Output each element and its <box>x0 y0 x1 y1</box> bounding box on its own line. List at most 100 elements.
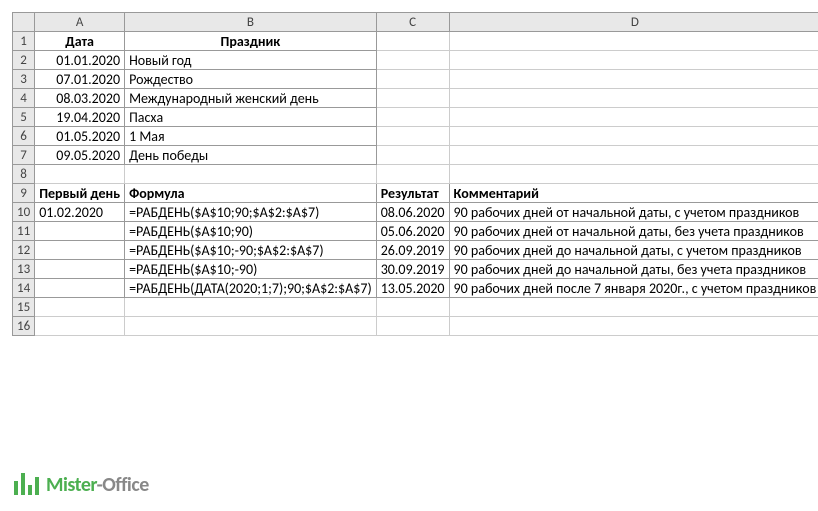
col-header-A[interactable]: A <box>35 13 125 32</box>
row-header[interactable]: 12 <box>13 241 35 260</box>
cell[interactable] <box>449 146 818 165</box>
cell[interactable] <box>449 51 818 70</box>
row-header[interactable]: 13 <box>13 260 35 279</box>
table-row: 8 <box>13 165 818 184</box>
cell[interactable]: Новый год <box>125 51 377 70</box>
corner-cell[interactable] <box>13 13 35 32</box>
column-header-row: A B C D <box>13 13 818 32</box>
cell[interactable] <box>376 70 449 89</box>
row-header[interactable]: 5 <box>13 108 35 127</box>
table-row: 5 19.04.2020 Пасха <box>13 108 818 127</box>
cell[interactable]: Рождество <box>125 70 377 89</box>
cell[interactable] <box>376 89 449 108</box>
cell[interactable]: 26.09.2019 <box>376 241 449 260</box>
logo-bars-icon <box>14 473 39 495</box>
table-row: 13 =РАБДЕНЬ($A$10;-90) 30.09.2019 90 раб… <box>13 260 818 279</box>
cell[interactable] <box>376 108 449 127</box>
row-header[interactable]: 9 <box>13 184 35 203</box>
cell[interactable]: День победы <box>125 146 377 165</box>
cell[interactable]: =РАБДЕНЬ(ДАТА(2020;1;7);90;$A$2:$A$7) <box>125 279 377 298</box>
row-header[interactable]: 15 <box>13 298 35 317</box>
cell[interactable]: 13.05.2020 <box>376 279 449 298</box>
cell[interactable] <box>376 51 449 70</box>
cell[interactable] <box>35 317 125 336</box>
table-row: 4 08.03.2020 Международный женский день <box>13 89 818 108</box>
table-row: 7 09.05.2020 День победы <box>13 146 818 165</box>
cell[interactable]: =РАБДЕНЬ($A$10;90) <box>125 222 377 241</box>
cell[interactable] <box>376 317 449 336</box>
cell[interactable]: Формула <box>125 184 377 203</box>
cell[interactable] <box>449 108 818 127</box>
row-header[interactable]: 1 <box>13 32 35 51</box>
cell[interactable]: 30.09.2019 <box>376 260 449 279</box>
cell[interactable] <box>376 32 449 51</box>
row-header[interactable]: 10 <box>13 203 35 222</box>
row-header[interactable]: 3 <box>13 70 35 89</box>
row-header[interactable]: 6 <box>13 127 35 146</box>
cell[interactable] <box>35 241 125 260</box>
table-row: 10 01.02.2020 =РАБДЕНЬ($A$10;90;$A$2:$A$… <box>13 203 818 222</box>
cell[interactable]: 08.06.2020 <box>376 203 449 222</box>
cell[interactable] <box>35 298 125 317</box>
row-header[interactable]: 14 <box>13 279 35 298</box>
cell[interactable] <box>35 165 125 184</box>
col-header-B[interactable]: B <box>125 13 377 32</box>
cell[interactable]: 90 рабочих дней до начальной даты, с уче… <box>449 241 818 260</box>
row-header[interactable]: 8 <box>13 165 35 184</box>
cell[interactable] <box>125 298 377 317</box>
row-header[interactable]: 4 <box>13 89 35 108</box>
cell[interactable]: Комментарий <box>449 184 818 203</box>
cell[interactable] <box>35 222 125 241</box>
cell[interactable]: 90 рабочих дней от начальной даты, без у… <box>449 222 818 241</box>
cell[interactable]: 08.03.2020 <box>35 89 125 108</box>
cell[interactable]: =РАБДЕНЬ($A$10;-90) <box>125 260 377 279</box>
cell[interactable] <box>449 317 818 336</box>
cell[interactable]: 1 Мая <box>125 127 377 146</box>
cell[interactable] <box>376 127 449 146</box>
cell[interactable]: =РАБДЕНЬ($A$10;90;$A$2:$A$7) <box>125 203 377 222</box>
cell[interactable] <box>376 165 449 184</box>
cell[interactable] <box>125 317 377 336</box>
cell[interactable]: =РАБДЕНЬ($A$10;-90;$A$2:$A$7) <box>125 241 377 260</box>
cell[interactable]: 90 рабочих дней до начальной даты, без у… <box>449 260 818 279</box>
cell[interactable]: 90 рабочих дней от начальной даты, с уче… <box>449 203 818 222</box>
row-header[interactable]: 16 <box>13 317 35 336</box>
cell[interactable]: 05.06.2020 <box>376 222 449 241</box>
cell[interactable]: 01.02.2020 <box>35 203 125 222</box>
cell[interactable]: 90 рабочих дней после 7 января 2020г., с… <box>449 279 818 298</box>
cell[interactable] <box>449 89 818 108</box>
table-row: 14 =РАБДЕНЬ(ДАТА(2020;1;7);90;$A$2:$A$7)… <box>13 279 818 298</box>
cell[interactable] <box>35 279 125 298</box>
cell[interactable]: 09.05.2020 <box>35 146 125 165</box>
cell[interactable] <box>449 165 818 184</box>
cell[interactable]: Дата <box>35 32 125 51</box>
cell[interactable] <box>376 298 449 317</box>
spreadsheet-grid[interactable]: A B C D 1 Дата Праздник 2 01.01.2020 Нов… <box>12 12 818 336</box>
cell[interactable]: 01.01.2020 <box>35 51 125 70</box>
cell[interactable]: 19.04.2020 <box>35 108 125 127</box>
cell[interactable] <box>449 32 818 51</box>
col-header-D[interactable]: D <box>449 13 818 32</box>
cell[interactable]: Результат <box>376 184 449 203</box>
cell[interactable] <box>449 127 818 146</box>
cell[interactable]: 07.01.2020 <box>35 70 125 89</box>
row-header[interactable]: 11 <box>13 222 35 241</box>
cell[interactable]: Первый день <box>35 184 125 203</box>
cell[interactable]: Международный женский день <box>125 89 377 108</box>
table-row: 15 <box>13 298 818 317</box>
col-header-C[interactable]: C <box>376 13 449 32</box>
cell[interactable] <box>376 146 449 165</box>
cell[interactable]: 01.05.2020 <box>35 127 125 146</box>
table-row: 9 Первый день Формула Результат Коммента… <box>13 184 818 203</box>
cell[interactable]: Пасха <box>125 108 377 127</box>
table-row: 3 07.01.2020 Рождество <box>13 70 818 89</box>
cell[interactable] <box>449 70 818 89</box>
watermark-logo: Mister-Office <box>46 473 149 497</box>
logo-text-office: -Office <box>97 473 149 497</box>
cell[interactable]: Праздник <box>125 32 377 51</box>
cell[interactable] <box>125 165 377 184</box>
cell[interactable] <box>449 298 818 317</box>
row-header[interactable]: 2 <box>13 51 35 70</box>
cell[interactable] <box>35 260 125 279</box>
row-header[interactable]: 7 <box>13 146 35 165</box>
